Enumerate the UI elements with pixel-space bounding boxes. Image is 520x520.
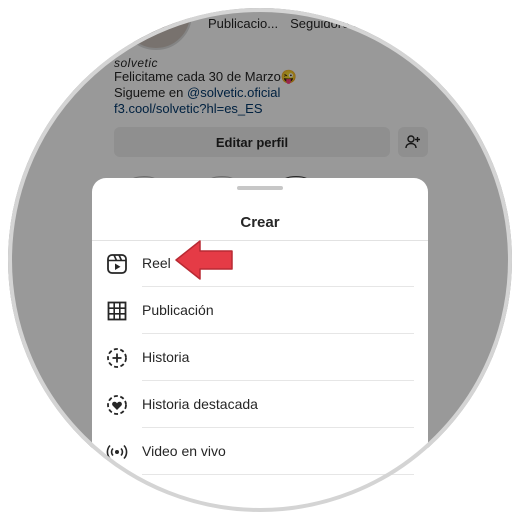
item-separator: [142, 286, 414, 287]
create-bottom-sheet: Crear Reel Publicación Historia Historia…: [92, 178, 428, 518]
create-post-option[interactable]: Publicación: [92, 288, 428, 334]
create-story-option[interactable]: Historia: [92, 335, 428, 381]
highlight-heart-icon: [107, 395, 127, 415]
item-separator: [142, 333, 414, 334]
create-highlight-option[interactable]: Historia destacada: [92, 382, 428, 428]
item-separator: [142, 427, 414, 428]
create-live-label: Video en vivo: [142, 443, 226, 459]
red-arrow-pointer: [175, 240, 233, 280]
create-reel-option[interactable]: Reel: [92, 241, 428, 287]
create-reel-label: Reel: [142, 255, 171, 271]
create-post-label: Publicación: [142, 302, 214, 318]
grid-icon: [107, 301, 127, 321]
create-live-option[interactable]: Video en vivo: [92, 429, 428, 475]
live-icon: [106, 444, 128, 460]
create-highlight-label: Historia destacada: [142, 396, 258, 412]
item-separator: [142, 474, 414, 475]
reel-icon: [107, 254, 127, 274]
item-separator: [142, 380, 414, 381]
sheet-drag-handle[interactable]: [237, 186, 283, 190]
sheet-title: Crear: [240, 214, 280, 231]
create-story-label: Historia: [142, 349, 190, 365]
story-add-icon: [107, 348, 127, 368]
